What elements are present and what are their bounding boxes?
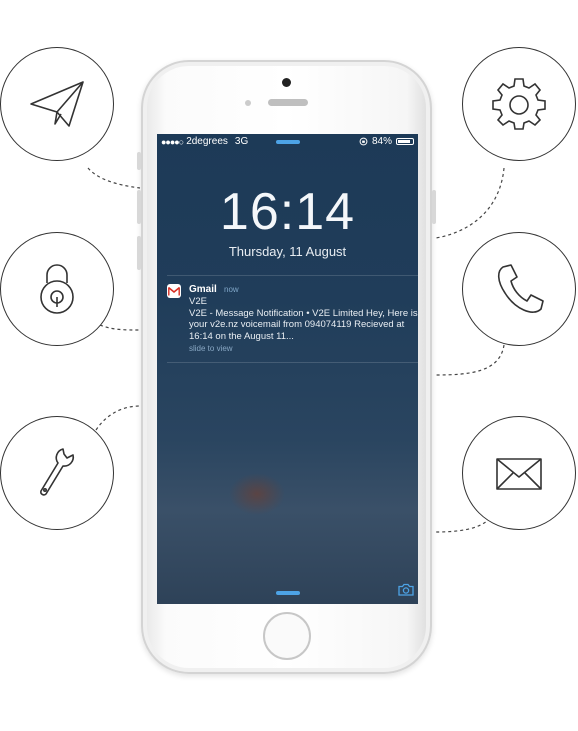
volume-down-button <box>137 236 141 270</box>
gear-circle <box>462 47 576 161</box>
paper-plane-icon <box>30 81 84 127</box>
gmail-icon <box>167 284 181 298</box>
envelope-circle <box>462 416 576 530</box>
slide-to-view-hint: slide to view <box>189 344 233 353</box>
signal-strength: ●●●●○ <box>161 136 184 147</box>
network-type: 3G <box>234 136 249 147</box>
notification-center-grabber[interactable] <box>276 140 300 144</box>
divider <box>167 275 418 276</box>
notification-app-name: Gmail <box>189 284 217 295</box>
lock-screen[interactable]: ●●●●○ 2degrees 3G 84% 16:14 Thursday, 11… <box>157 134 418 604</box>
lock-clock: 16:14 <box>219 183 356 241</box>
divider <box>167 362 418 363</box>
front-camera <box>282 78 291 87</box>
mute-switch <box>137 152 141 170</box>
envelope-icon <box>496 458 542 490</box>
lock-date: Thursday, 11 August <box>228 244 347 259</box>
phone-icon <box>497 264 544 313</box>
notification-time: now <box>224 285 239 294</box>
camera-icon[interactable] <box>398 583 414 596</box>
phone-circle <box>462 232 576 346</box>
wrench-icon <box>40 448 75 496</box>
notification-sender: V2E <box>189 296 207 307</box>
notification-text: V2E V2E - Message Notification • V2E Lim… <box>189 296 418 342</box>
control-center-grabber[interactable] <box>276 591 300 595</box>
padlock-circle <box>0 232 114 346</box>
battery-percent: 84% <box>371 136 392 147</box>
earpiece-speaker <box>268 99 308 106</box>
carrier-name: 2degrees <box>186 136 228 147</box>
battery-icon <box>396 138 414 145</box>
power-button <box>432 190 436 224</box>
gear-icon <box>492 78 546 130</box>
home-button[interactable] <box>263 612 311 660</box>
rotation-lock-icon <box>359 137 368 146</box>
notification-message: V2E - Message Notification • V2E Limited… <box>189 307 418 342</box>
proximity-sensor <box>245 100 251 106</box>
paper-plane-circle <box>0 47 114 161</box>
wrench-circle <box>0 416 114 530</box>
volume-up-button <box>137 190 141 224</box>
padlock-icon <box>40 264 74 314</box>
